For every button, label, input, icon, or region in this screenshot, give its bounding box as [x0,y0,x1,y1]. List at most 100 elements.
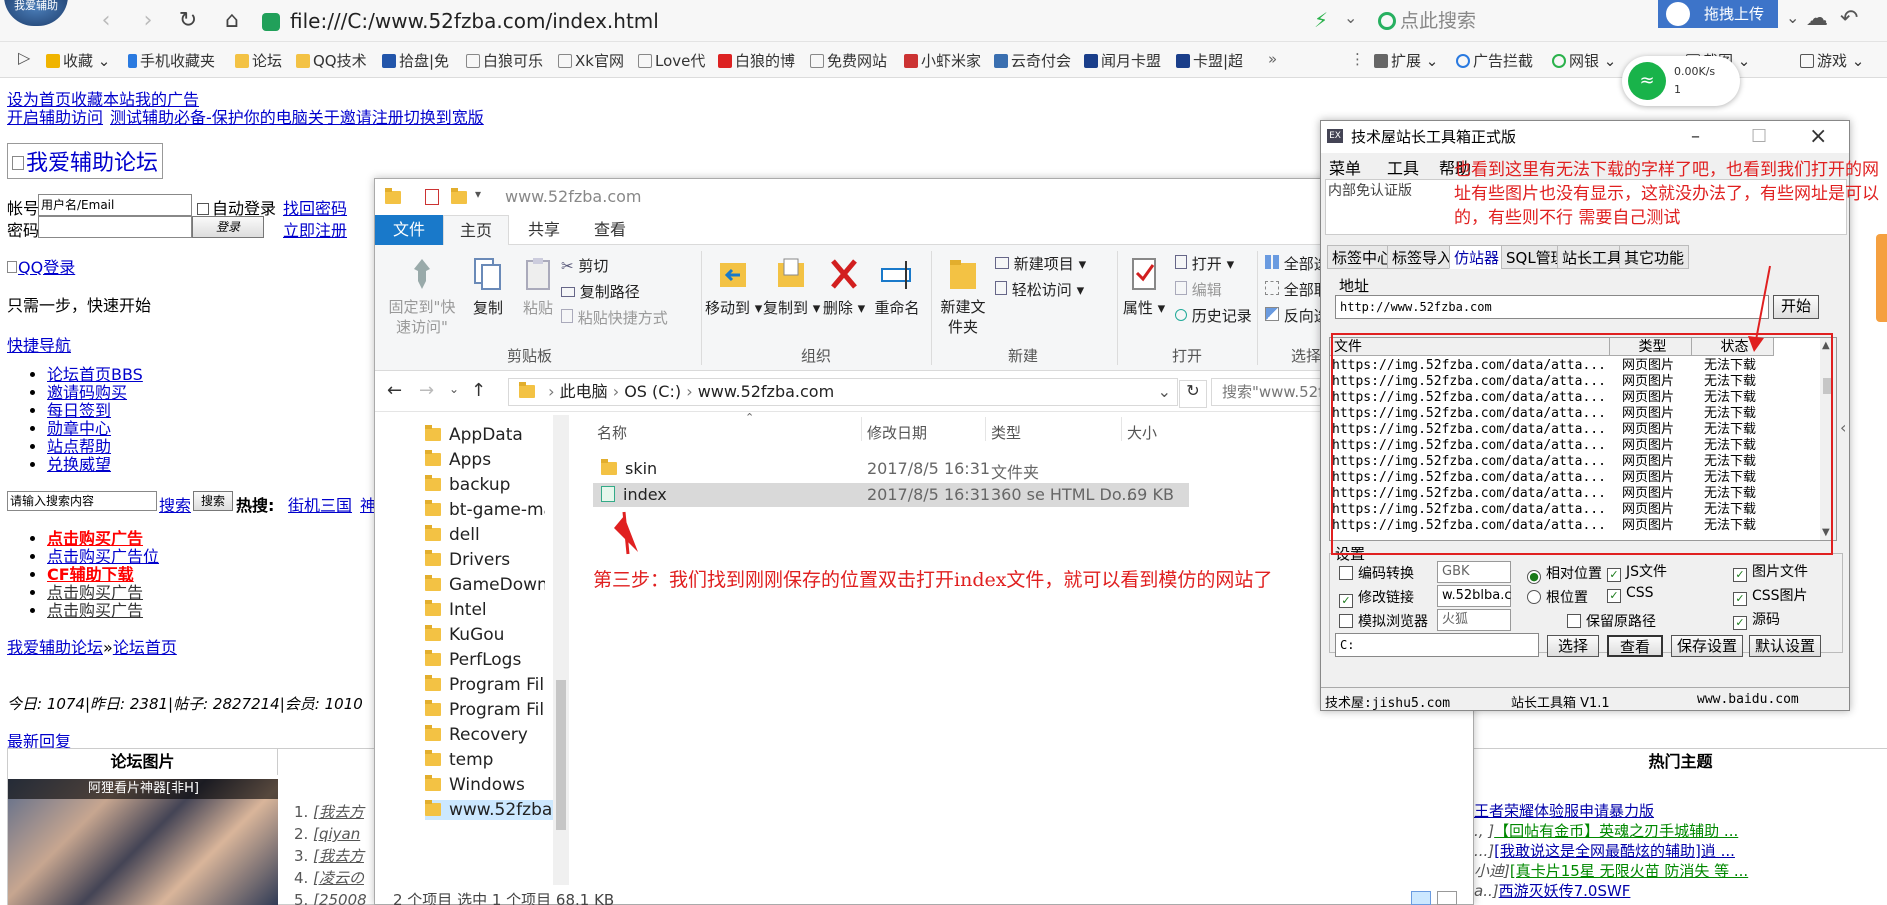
scroll-up-icon[interactable]: ▲ [1822,340,1830,351]
tree-item-selected[interactable]: www.52fzba.c [425,800,555,820]
back-icon[interactable]: ‹ [92,8,120,33]
tree-item[interactable]: Windows [425,775,545,795]
menu-dropdown-icon[interactable]: ⌄ [1786,8,1799,27]
tab-view[interactable]: 查看 [577,215,643,245]
grid-row[interactable]: https://img.52fzba.com/data/atta... 网页图片 无… [1330,438,1820,454]
tab-webmaster[interactable]: 站长工具 [1557,245,1628,269]
quick-nav-link[interactable]: 快捷导航 [7,332,71,356]
modify-link-input[interactable]: w.52blba.c [1437,585,1511,607]
tree-item[interactable]: Program Files [425,700,545,720]
grid-row[interactable]: https://img.52fzba.com/data/atta... 网页图片 无… [1330,406,1820,422]
addr-input[interactable]: http://www.52fzba.com [1335,295,1769,319]
forum-pic-image[interactable]: 阿狸看片神器[非H] [8,779,278,905]
start-button[interactable]: 开始 [1773,295,1819,319]
forum-search-input[interactable]: 请输入搜索内容 [7,491,157,511]
view-button[interactable]: 查看 [1607,635,1663,657]
save-path-input[interactable]: C: [1335,633,1539,657]
nav-item[interactable]: 论坛首页BBS [47,365,143,384]
browser-select[interactable]: 火狐 [1437,609,1511,631]
recent-item[interactable]: [我去方 [313,847,364,865]
tiles-view-icon[interactable] [1437,891,1457,905]
side-collapse-icon[interactable]: ‹ [1840,418,1846,437]
grid-row[interactable]: https://img.52fzba.com/data/atta... 网页图片 无… [1330,422,1820,438]
network-speed-widget[interactable]: ≈ 0.00K/s 1 [1622,56,1740,106]
grid-row[interactable]: https://img.52fzba.com/data/atta... 网页图片 无… [1330,358,1820,374]
tree-scroll-thumb[interactable] [556,680,566,830]
bookmark-item[interactable]: 拾盘|免 [382,50,449,71]
tab-share[interactable]: 共享 [511,215,577,245]
forum-search-button[interactable]: 搜索 [193,491,233,511]
up-arrow-icon[interactable]: ↑ [471,380,486,401]
forward-arrow-icon[interactable]: → [419,380,434,401]
path-segment[interactable]: OS (C:) [624,382,681,401]
tree-item[interactable]: Recovery [425,725,545,745]
js-checkbox[interactable]: ✓ JS文件 [1607,561,1667,582]
copy-button[interactable]: 复制 [463,255,513,318]
crumb-home-link[interactable]: 论坛首页 [113,638,177,657]
tab-home[interactable]: 主页 [443,215,509,245]
reload-icon[interactable]: ↻ [174,8,202,33]
hot-topic-item[interactable]: 王者荣耀体验服申请暴力版 [1474,802,1654,820]
tree-item[interactable]: Apps [425,450,545,470]
qq-login-link[interactable]: QQ登录 [7,254,75,278]
bookmark-item[interactable]: Love代 [638,50,705,71]
cut-button[interactable]: ✂ 剪切 [561,255,608,276]
tab-site-cloner[interactable]: 仿站器 [1449,245,1505,269]
grid-col-status[interactable]: 状态 [1692,338,1774,356]
grid-col-type[interactable]: 类型 [1610,338,1692,356]
tree-item[interactable]: backup [425,475,545,495]
more-vert-icon[interactable]: ⋮ [1350,50,1365,68]
grid-row[interactable]: https://img.52fzba.com/data/atta... 网页图片 无… [1330,486,1820,502]
back-arrow-icon[interactable]: ← [387,380,402,401]
tab-file[interactable]: 文件 [375,215,443,245]
login-button[interactable]: 登录 [192,216,264,238]
history-button[interactable]: 历史记录 [1175,305,1252,326]
ad-item[interactable]: 点击购买广告 [47,529,143,548]
bookmark-item[interactable]: Xk官网 [558,50,624,71]
grid-row[interactable]: https://img.52fzba.com/data/atta... 网页图片 无… [1330,502,1820,518]
paste-button[interactable]: 粘贴 [513,255,563,318]
bookmark-item[interactable]: QQ技术 [296,50,367,71]
choose-button[interactable]: 选择 [1547,635,1599,657]
sidebar-toggle-icon[interactable]: ▷ [18,48,30,67]
grid-scroll-thumb[interactable] [1823,378,1833,394]
recent-item[interactable]: [25008 [313,891,367,905]
forward-icon[interactable]: › [134,8,162,33]
cloud-icon[interactable]: ☁ [1806,6,1828,31]
grid-scrollbar[interactable]: ▲ ▼ [1820,338,1836,540]
extension-button[interactable]: 扩展 ⌄ [1374,50,1438,71]
tree-item[interactable]: Intel [425,600,545,620]
bank-button[interactable]: 网银 ⌄ [1552,50,1616,71]
encode-select[interactable]: GBK [1437,561,1511,583]
url-bar[interactable]: file:///C:/www.52fzba.com/index.html [262,5,1362,37]
image-checkbox[interactable]: ✓ 图片文件 [1733,561,1808,582]
hot-topic-item[interactable]: [真卡片15星 无限火苗 防消失 等 ... [1510,862,1748,880]
recent-dropdown-icon[interactable]: ⌄ [449,382,459,396]
lightning-icon[interactable]: ⚡ [1314,8,1328,32]
relative-radio[interactable]: ● 相对位置 [1527,563,1602,584]
tree-item[interactable]: dell [425,525,545,545]
assist-link[interactable]: 开启辅助访问 [7,104,103,128]
grid-row[interactable]: https://img.52fzba.com/data/atta... 网页图片 无… [1330,390,1820,406]
keep-path-checkbox[interactable]: 保留原路径 [1567,611,1656,631]
css-checkbox[interactable]: ✓ CSS [1607,585,1654,603]
game-button[interactable]: 游戏 ⌄ [1800,50,1864,71]
tree-scrollbar[interactable] [553,415,569,885]
new-item-button[interactable]: 新建项目 ▾ [995,253,1086,274]
grid-row[interactable]: https://img.52fzba.com/data/atta... 网页图片 无… [1330,454,1820,470]
tab-tag-import[interactable]: 标签导入 [1387,245,1458,269]
maximize-icon[interactable]: ☐ [1751,121,1767,153]
edit-button[interactable]: 编辑 [1175,279,1222,300]
source-checkbox[interactable]: ✓ 源码 [1733,609,1780,630]
details-view-icon[interactable] [1411,891,1431,905]
path-dropdown-icon[interactable]: ⌄ [1158,379,1171,405]
save-settings-button[interactable]: 保存设置 [1671,635,1743,657]
tree-item[interactable]: Drivers [425,550,545,570]
pin-quick-access-button[interactable]: 固定到"快速访问" [383,255,461,337]
browser-logo[interactable]: 我爱辅助 [4,0,68,26]
default-settings-button[interactable]: 默认设置 [1749,635,1821,657]
bookmark-item[interactable]: 白狼可乐 [466,50,543,71]
bookmark-item[interactable]: 论坛 [235,50,282,71]
bookmark-item[interactable]: 收藏 ⌄ [46,50,110,71]
undo-icon[interactable]: ↶ [1840,6,1858,31]
